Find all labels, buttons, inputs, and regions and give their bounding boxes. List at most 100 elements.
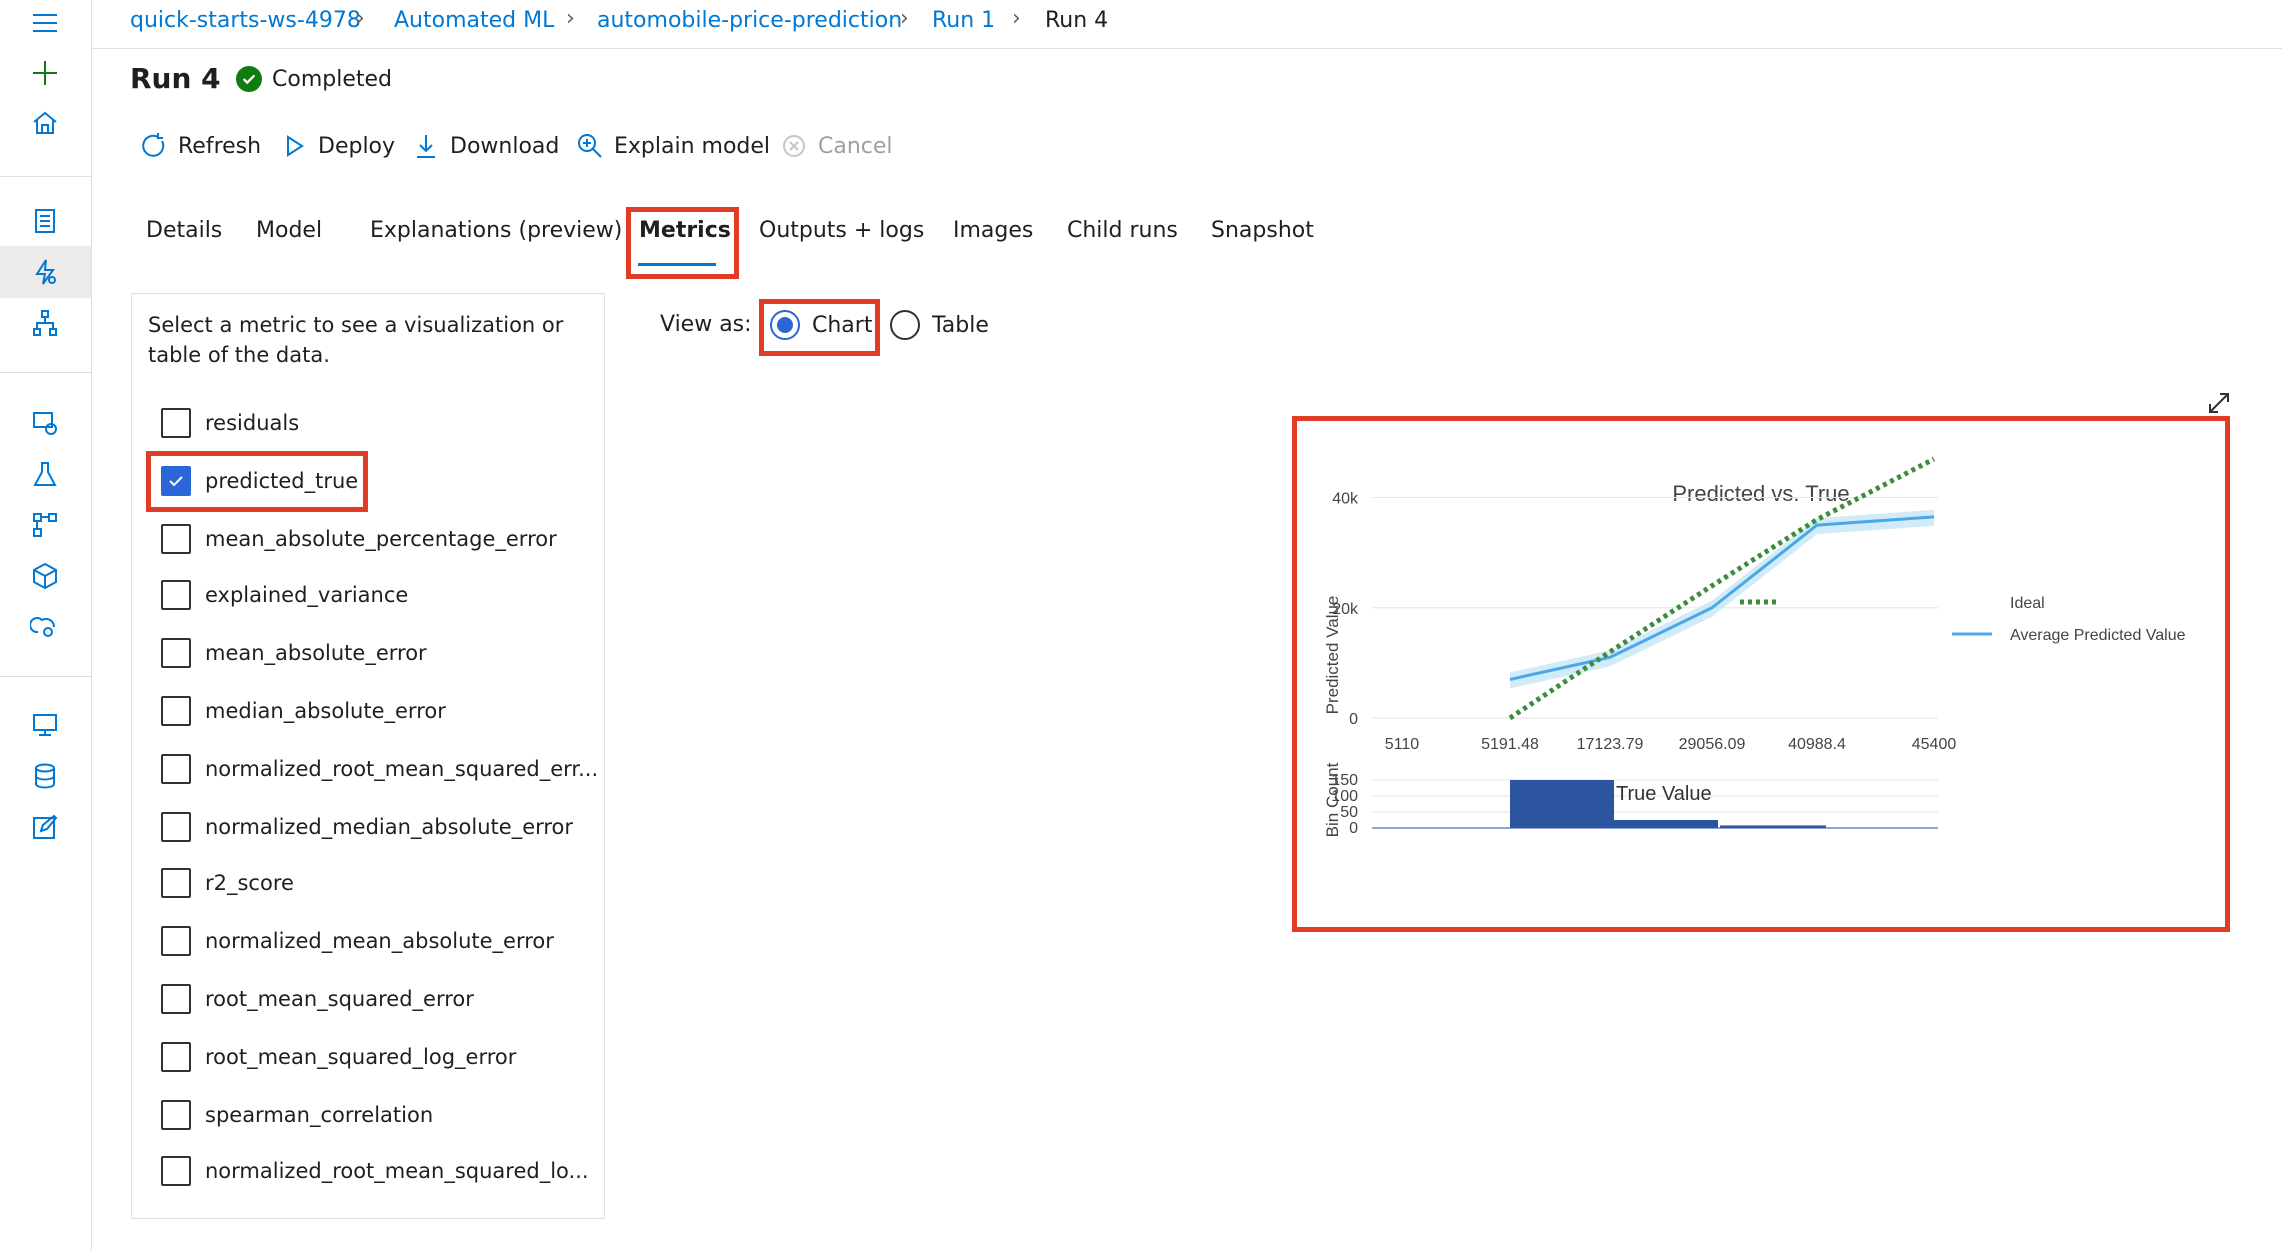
histogram-bin [1510,780,1614,828]
metric-checkbox-row[interactable]: residuals [161,408,299,438]
download-button[interactable]: Download [412,132,559,160]
download-icon [417,135,435,158]
metric-label: median_absolute_error [205,699,446,723]
page-title: Run 4 [130,62,221,95]
pipelines-icon[interactable] [24,504,66,546]
metric-checkbox-row[interactable]: r2_score [161,868,294,898]
refresh-icon [142,133,165,157]
left-nav-rail [0,0,92,1251]
hamburger-menu-icon[interactable] [24,2,66,44]
histogram-y-tick: 100 [1331,788,1358,805]
tab-details[interactable]: Details [146,218,222,243]
metric-label: r2_score [205,871,294,895]
deploy-label: Deploy [318,133,396,159]
metric-checkbox-row[interactable]: spearman_correlation [161,1100,433,1130]
breadcrumb-automated-ml[interactable]: Automated ML [394,8,554,33]
checkbox[interactable] [161,524,191,554]
chevron-right-icon: › [566,6,575,31]
checkbox[interactable] [161,754,191,784]
metric-checkbox-row[interactable]: root_mean_squared_log_error [161,1042,516,1072]
breadcrumb-parent-run[interactable]: Run 1 [932,8,995,33]
refresh-button[interactable]: Refresh [140,132,261,160]
datasets-icon[interactable] [24,402,66,444]
endpoints-icon[interactable] [24,606,66,648]
metric-label: normalized_median_absolute_error [205,815,574,839]
checkbox[interactable] [161,984,191,1014]
checkbox[interactable] [161,580,191,610]
metric-checkbox-row[interactable]: explained_variance [161,580,408,610]
home-icon[interactable] [24,102,66,144]
chart-title: Predicted vs. True [1672,481,1849,506]
models-icon[interactable] [24,555,66,597]
histogram-bin [1720,825,1826,828]
metric-checkbox-row[interactable]: normalized_root_mean_squared_lo... [161,1156,589,1186]
y-tick-label: 40k [1332,491,1359,508]
automated-ml-icon[interactable] [24,251,66,293]
x-tick-label: 29056.09 [1679,736,1746,753]
tab-outputs-logs[interactable]: Outputs + logs [759,218,924,243]
checkbox[interactable] [161,408,191,438]
predicted-vs-true-chart: Predicted vs. TruePredicted Value020k40k… [1323,456,2186,837]
tab-explanations[interactable]: Explanations (preview) [370,218,622,243]
checkbox[interactable] [161,1100,191,1130]
compute-icon[interactable] [24,704,66,746]
checkbox[interactable] [161,696,191,726]
metric-label: spearman_correlation [205,1103,434,1127]
breadcrumb-workspace[interactable]: quick-starts-ws-4978 [130,8,361,33]
datastores-icon[interactable] [24,755,66,797]
tab-child-runs[interactable]: Child runs [1067,218,1178,243]
breadcrumb-current-run: Run 4 [1045,8,1109,33]
metric-checkbox-row[interactable]: mean_absolute_error [161,638,427,668]
checkbox[interactable] [161,926,191,956]
metric-checkbox-row[interactable]: mean_absolute_percentage_error [161,524,557,554]
average-predicted-line [1509,515,1935,681]
radio-button[interactable] [890,310,920,340]
radio-table-label: Table [932,312,989,338]
explain-model-button[interactable]: Explain model [576,132,770,160]
radio-table[interactable]: Table [890,310,989,340]
checkbox[interactable] [161,868,191,898]
download-label: Download [450,133,560,159]
x-tick-label: 5191.48 [1481,736,1539,753]
metric-label: root_mean_squared_log_error [205,1045,517,1069]
metric-checkbox-row[interactable]: normalized_root_mean_squared_err... [161,754,598,784]
breadcrumb-experiment[interactable]: automobile-price-prediction [597,8,902,33]
deploy-button[interactable]: Deploy [280,132,395,160]
metric-label: normalized_root_mean_squared_err... [205,757,599,781]
checkbox[interactable] [161,1156,191,1186]
checkbox[interactable] [161,812,191,842]
notebook-icon[interactable] [24,200,66,242]
status-text: Completed [272,66,392,92]
metrics-tab-highlight [626,207,739,279]
metric-checkbox-row[interactable]: normalized_mean_absolute_error [161,926,554,956]
histogram-y-tick: 150 [1331,772,1358,789]
zoom-in-icon [578,134,602,158]
breadcrumb: quick-starts-ws-4978 › Automated ML › au… [92,0,2282,49]
chevron-right-icon: › [900,6,909,31]
tab-model[interactable]: Model [256,218,322,243]
y-tick-label: 20k [1332,601,1359,618]
tab-images[interactable]: Images [953,218,1033,243]
x-tick-label: 17123.79 [1577,736,1644,753]
plus-create-icon[interactable] [24,52,66,94]
view-as-label: View as: [660,312,752,337]
metric-checkbox-row[interactable]: normalized_median_absolute_error [161,812,573,842]
cancel-label: Cancel [818,133,893,159]
experiments-icon[interactable] [24,453,66,495]
refresh-label: Refresh [178,133,262,159]
metric-label: mean_absolute_error [205,641,427,665]
metric-label: root_mean_squared_error [205,987,474,1011]
metric-label: normalized_mean_absolute_error [205,929,554,953]
tab-snapshot[interactable]: Snapshot [1211,218,1314,243]
predicted-true-highlight [146,451,368,512]
checkbox[interactable] [161,1042,191,1072]
histogram-bin [1612,820,1718,828]
cancel-icon [783,135,805,157]
chevron-right-icon: › [1012,6,1021,31]
designer-icon[interactable] [24,302,66,344]
metric-checkbox-row[interactable]: root_mean_squared_error [161,984,474,1014]
metric-checkbox-row[interactable]: median_absolute_error [161,696,446,726]
data-labeling-icon[interactable] [24,806,66,848]
checkbox[interactable] [161,638,191,668]
cancel-button[interactable]: Cancel [780,132,893,160]
